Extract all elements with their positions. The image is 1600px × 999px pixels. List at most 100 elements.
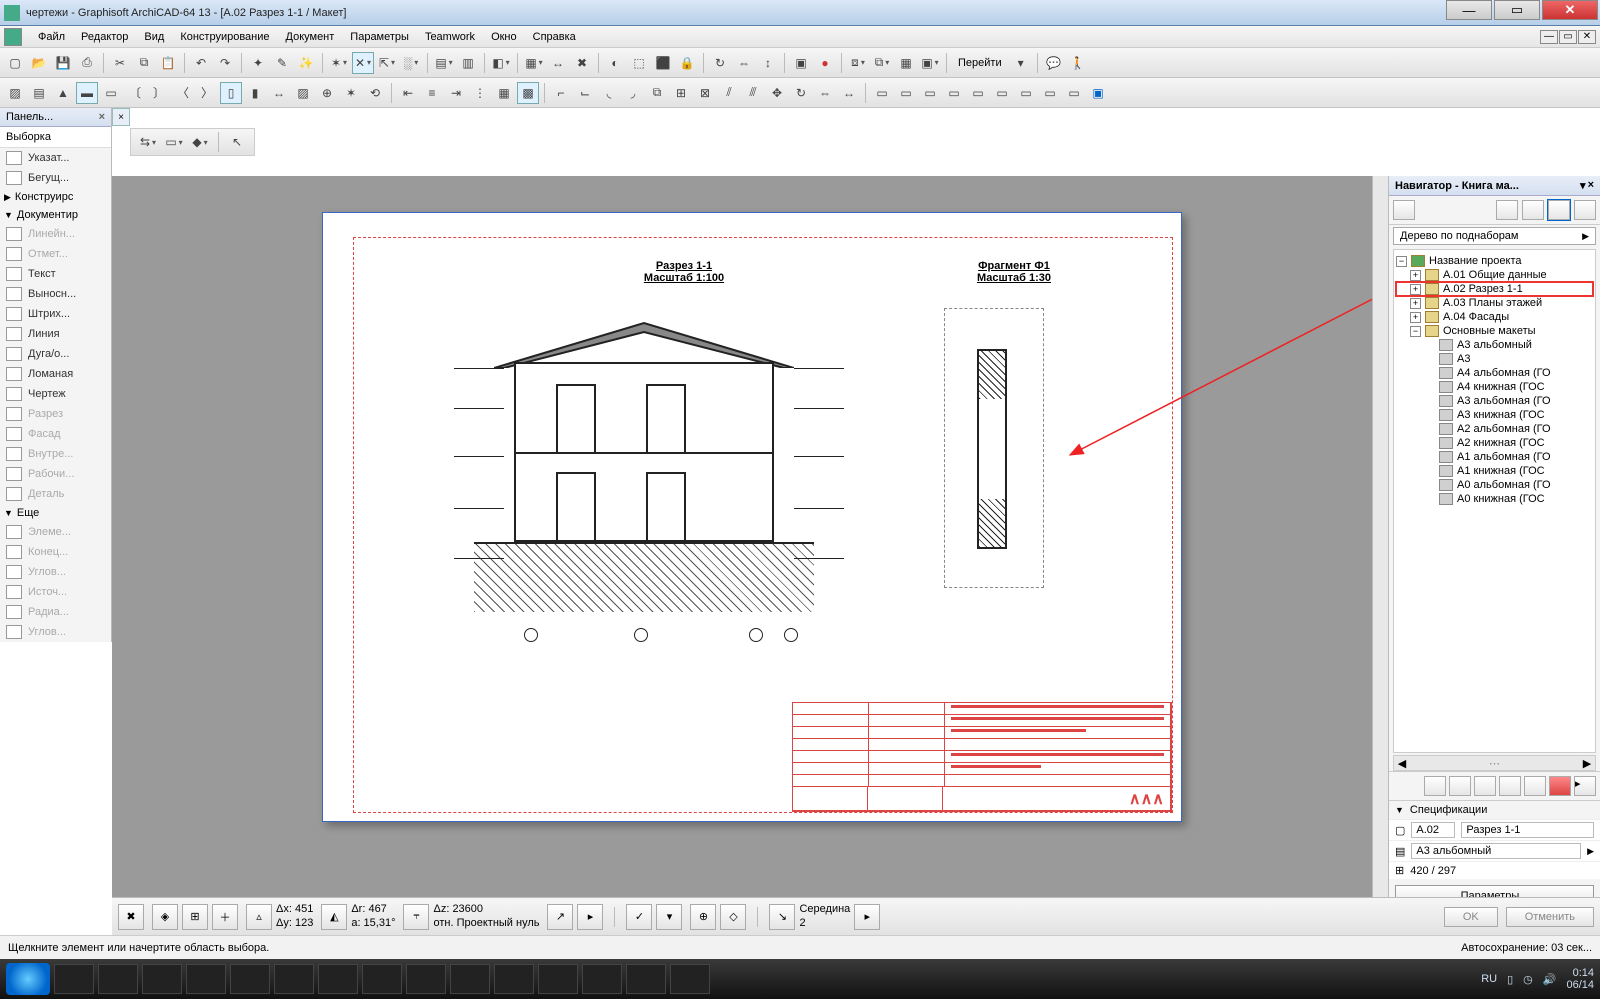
tree-master-0[interactable]: А3 альбомный: [1396, 338, 1593, 352]
tool-marquee[interactable]: Бегущ...: [0, 168, 111, 188]
navigator-tree-mode[interactable]: Дерево по поднаборам▶: [1393, 227, 1596, 245]
fillet-icon[interactable]: ◟: [598, 82, 620, 104]
gravity-icon[interactable]: ↗: [547, 904, 573, 930]
window3d-icon[interactable]: ⧉: [871, 52, 893, 74]
snap2-icon[interactable]: ⊞: [182, 904, 208, 930]
suspend-icon[interactable]: ◐: [604, 52, 626, 74]
menu-teamwork[interactable]: Teamwork: [417, 29, 483, 45]
open-icon[interactable]: 📂: [28, 52, 50, 74]
tray-sound-icon[interactable]: 🔊: [1543, 973, 1557, 986]
system-tray[interactable]: RU ▯ ◷ 🔊 0:14 06/14: [1481, 967, 1594, 991]
toolbox-title[interactable]: Панель... ×: [0, 108, 111, 127]
walk-icon[interactable]: 🚶: [1067, 52, 1089, 74]
doc-tab-close-icon[interactable]: ×: [112, 108, 130, 126]
tree-master-8[interactable]: А1 альбомная (ГО: [1396, 450, 1593, 464]
tray-net-icon[interactable]: ◷: [1523, 973, 1533, 986]
tool-item-7[interactable]: Ломаная: [0, 364, 111, 384]
r2-icon[interactable]: ▭: [895, 82, 917, 104]
nav-project-map-icon[interactable]: [1393, 200, 1415, 220]
dimension-tool-icon[interactable]: ↔: [547, 52, 569, 74]
hatch4-icon[interactable]: ▬: [76, 82, 98, 104]
hatch-fill-icon[interactable]: ▨: [292, 82, 314, 104]
hatch3-icon[interactable]: ▲: [52, 82, 74, 104]
copy-icon[interactable]: ⧉: [133, 52, 155, 74]
join-icon[interactable]: ⫻: [742, 82, 764, 104]
menu-document[interactable]: Документ: [278, 29, 343, 45]
rotate-icon[interactable]: ↻: [709, 52, 731, 74]
origin-icon[interactable]: ✖: [118, 904, 144, 930]
minimize-button[interactable]: —: [1446, 0, 1492, 20]
goto-label[interactable]: Перейти: [952, 57, 1008, 69]
magic-wand-icon[interactable]: ✨: [295, 52, 317, 74]
cat-design[interactable]: ▶Конструирс: [0, 188, 111, 206]
taskbar-app6-icon[interactable]: [450, 964, 490, 994]
menu-file[interactable]: Файл: [30, 29, 73, 45]
tree-master-4[interactable]: А3 альбомная (ГО: [1396, 394, 1593, 408]
spec-id[interactable]: A.02: [1411, 822, 1455, 838]
mirror2-icon[interactable]: ⇔: [814, 82, 836, 104]
title-block[interactable]: ∧∧∧: [792, 702, 1172, 812]
split-icon[interactable]: ⫽: [718, 82, 740, 104]
r5-icon[interactable]: ▭: [967, 82, 989, 104]
mdi-restore-button[interactable]: ▭: [1559, 30, 1577, 44]
attach-icon[interactable]: ⇱: [376, 52, 398, 74]
side-dd-icon[interactable]: ▸: [854, 904, 880, 930]
arrange-icon[interactable]: ⇆: [137, 131, 159, 153]
highlight-icon[interactable]: ●: [814, 52, 836, 74]
menu-help[interactable]: Справка: [525, 29, 584, 45]
spec-master[interactable]: А3 альбомный: [1411, 843, 1581, 859]
layout-canvas[interactable]: Разрез 1-1 Масштаб 1:100 Фрагмент Ф1 Мас…: [112, 176, 1372, 897]
r4-icon[interactable]: ▭: [943, 82, 965, 104]
bring-front-icon[interactable]: ▭: [163, 131, 185, 153]
menu-options[interactable]: Параметры: [342, 29, 417, 45]
tree-master-9[interactable]: А1 книжная (ГОС: [1396, 464, 1593, 478]
tree-master-3[interactable]: А4 книжная (ГОС: [1396, 380, 1593, 394]
paste-icon[interactable]: 📋: [157, 52, 179, 74]
cancel-tool-icon[interactable]: ✖: [571, 52, 593, 74]
taskbar-ps-icon[interactable]: [230, 964, 270, 994]
constrain-icon[interactable]: ◇: [720, 904, 746, 930]
nav-new-folder-icon[interactable]: [1474, 776, 1496, 796]
story-icon[interactable]: ▤: [433, 52, 455, 74]
view-icon[interactable]: ◧: [490, 52, 512, 74]
elevate-icon[interactable]: ↕: [757, 52, 779, 74]
section-drawing[interactable]: [454, 258, 854, 658]
taskbar-app2-icon[interactable]: [142, 964, 182, 994]
nav-extra-icon[interactable]: [1574, 200, 1596, 220]
distribute-icon[interactable]: ⋮: [469, 82, 491, 104]
3d-icon[interactable]: ⧈: [847, 52, 869, 74]
grid-icon[interactable]: ░: [400, 52, 422, 74]
menu-edit[interactable]: Редактор: [73, 29, 136, 45]
taskbar-app8-icon[interactable]: [626, 964, 666, 994]
rotate2-icon[interactable]: ↻: [790, 82, 812, 104]
tool-arrow[interactable]: Указат...: [0, 148, 111, 168]
tree-master-7[interactable]: А2 книжная (ГОС: [1396, 436, 1593, 450]
mdi-close-button[interactable]: ✕: [1578, 30, 1596, 44]
ok-button[interactable]: OK: [1444, 907, 1498, 927]
navigator-tree[interactable]: −Название проекта +A.01 Общие данные+A.0…: [1393, 249, 1596, 753]
level-icon[interactable]: ⊕: [316, 82, 338, 104]
tool-item-6[interactable]: Дуга/о...: [0, 344, 111, 364]
tree-subset-0[interactable]: +A.01 Общие данные: [1396, 268, 1593, 282]
maximize-button[interactable]: ▭: [1494, 0, 1540, 20]
explode-icon[interactable]: ✶: [340, 82, 362, 104]
guides-icon[interactable]: ✕: [352, 52, 374, 74]
nav-delete-icon[interactable]: [1549, 776, 1571, 796]
taskbar-archicad-icon[interactable]: [186, 964, 226, 994]
grid-align-icon[interactable]: ▦: [493, 82, 515, 104]
snap3-icon[interactable]: ＋: [212, 904, 238, 930]
teamwork-icon[interactable]: ▣: [1087, 82, 1109, 104]
navigator-pin-icon[interactable]: ▾: [1580, 179, 1586, 192]
align-center-icon[interactable]: ≡: [421, 82, 443, 104]
side-icon[interactable]: ↘: [769, 904, 795, 930]
redo-icon[interactable]: ↷: [214, 52, 236, 74]
menu-window[interactable]: Окно: [483, 29, 525, 45]
mirror-icon[interactable]: ⇔: [733, 52, 755, 74]
master-dropdown-icon[interactable]: ▶: [1587, 846, 1594, 857]
cut-icon[interactable]: ✂: [109, 52, 131, 74]
pointer-icon[interactable]: ↖: [226, 131, 248, 153]
taskbar-app5-icon[interactable]: [406, 964, 446, 994]
tree-master-5[interactable]: А3 книжная (ГОС: [1396, 408, 1593, 422]
tray-lang[interactable]: RU: [1481, 973, 1497, 985]
tree-subset-3[interactable]: +A.04 Фасады: [1396, 310, 1593, 324]
